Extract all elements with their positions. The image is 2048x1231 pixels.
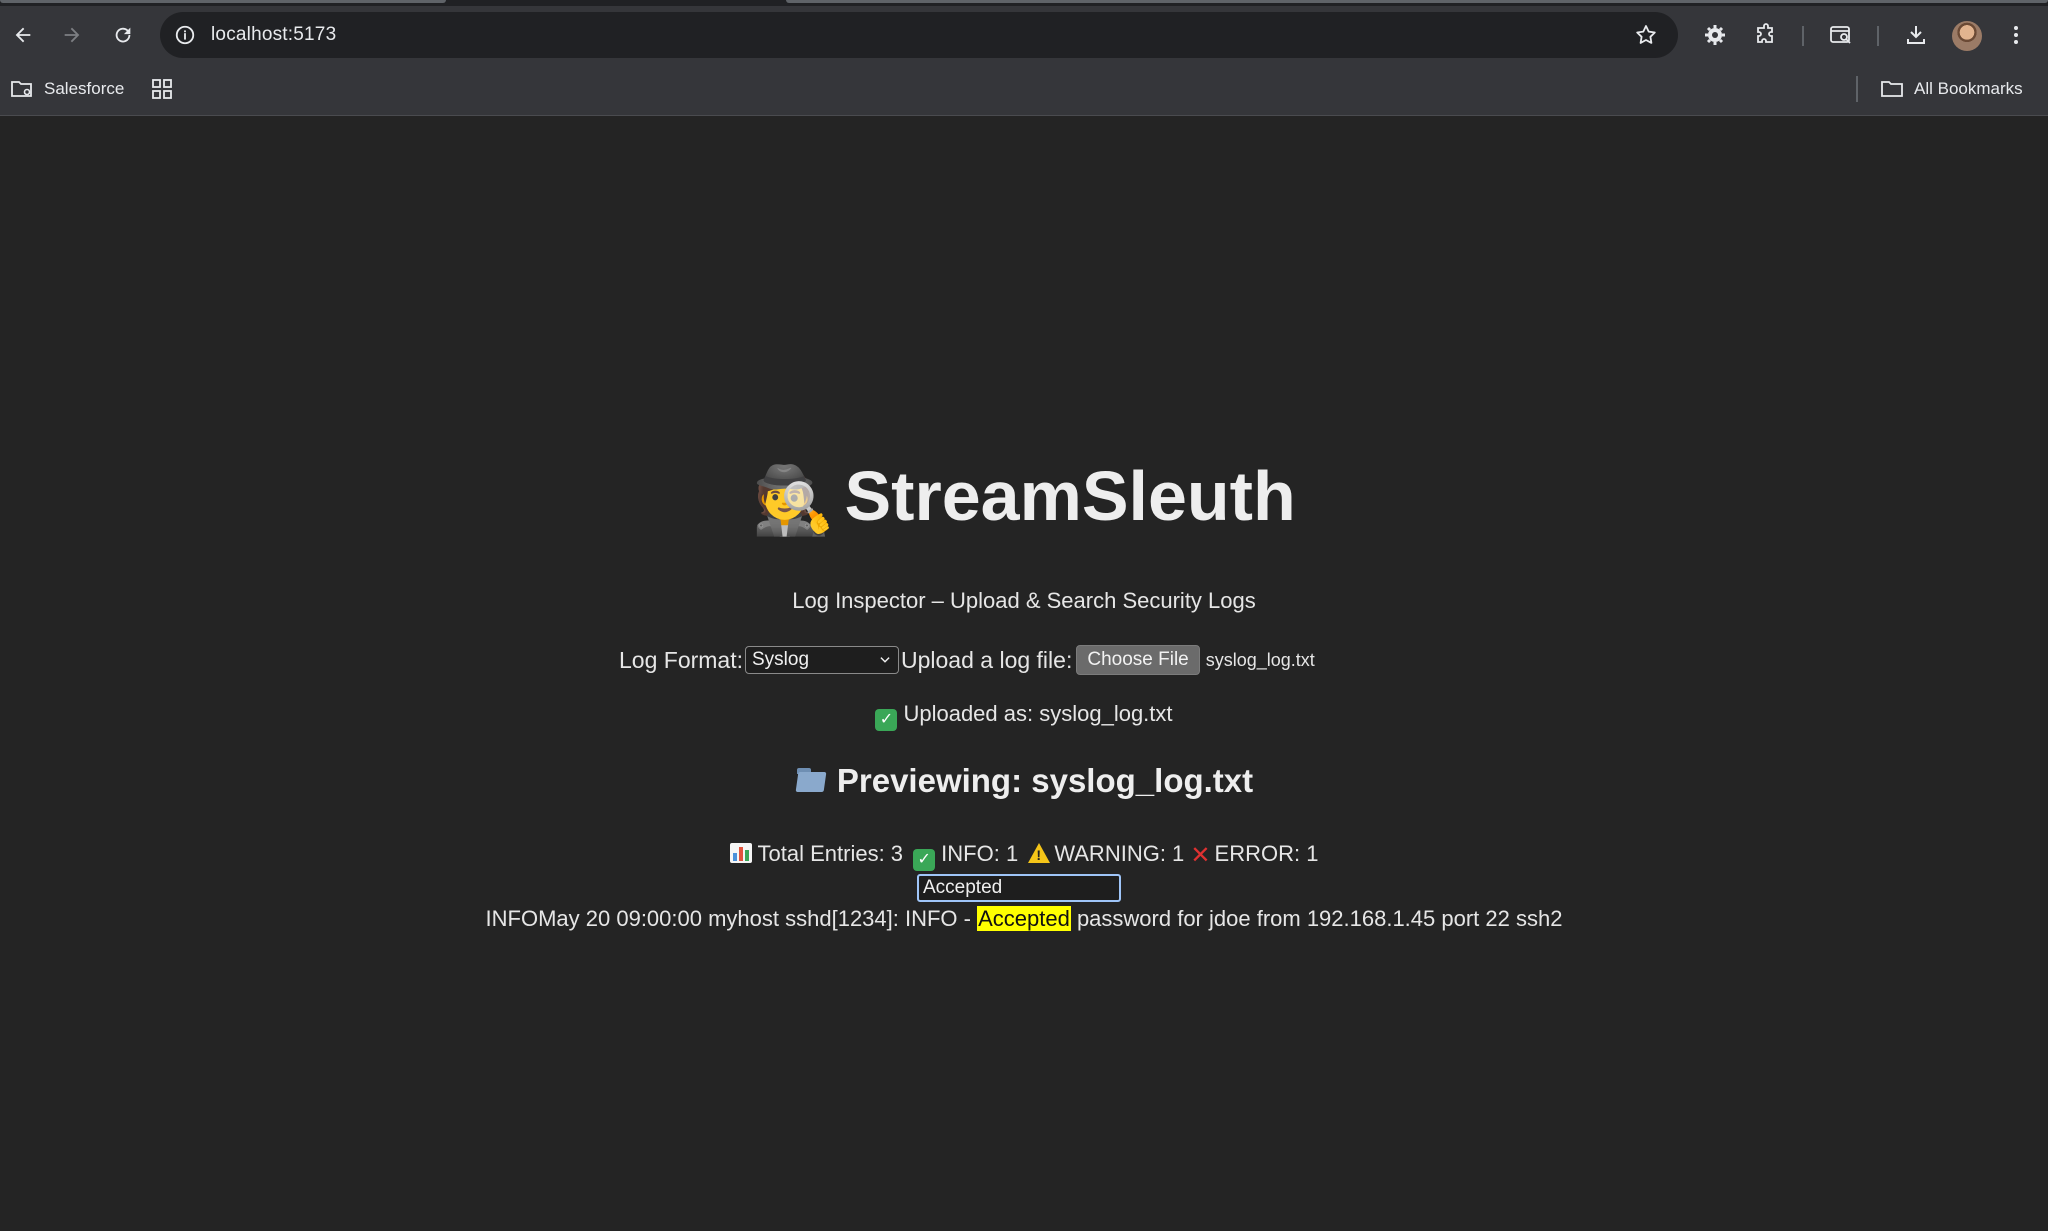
bookmark-salesforce[interactable]: Salesforce <box>10 74 124 104</box>
site-info-icon[interactable] <box>174 24 196 46</box>
kebab-menu-icon <box>2014 26 2018 44</box>
forward-button[interactable] <box>55 18 89 52</box>
error-x-icon: ✕ <box>1190 842 1211 869</box>
log-level: INFO <box>485 906 539 931</box>
tab-edge[interactable] <box>786 0 2048 3</box>
bookmark-apps[interactable] <box>150 74 174 104</box>
warning-count: WARNING: 1 <box>1054 841 1185 866</box>
tab-search-icon <box>1830 26 1851 44</box>
preview-title: Previewing: syslog_log.txt <box>0 762 2048 800</box>
all-bookmarks-label: All Bookmarks <box>1914 79 2023 98</box>
bookmarks-separator <box>1856 76 1858 102</box>
downloads-button[interactable] <box>1899 18 1933 52</box>
app-title-text: StreamSleuth <box>844 457 1296 535</box>
extension-button[interactable] <box>1698 18 1732 52</box>
browser-chrome: localhost:5173 Salesforce All Bookmarks <box>0 0 2048 116</box>
upload-status-text: Uploaded as: syslog_log.txt <box>903 701 1173 726</box>
log-format-select[interactable]: Syslog <box>745 646 899 674</box>
search-highlight: Accepted <box>977 906 1071 931</box>
app-title: 🕵️ StreamSleuth <box>0 456 2048 540</box>
warning-icon <box>1028 843 1051 863</box>
url-text[interactable]: localhost:5173 <box>211 24 336 46</box>
browser-toolbar: localhost:5173 <box>0 6 2048 64</box>
arrow-right-icon <box>64 27 80 43</box>
bookmarks-bar: Salesforce All Bookmarks <box>0 64 2048 116</box>
folder-gear-icon <box>11 81 32 97</box>
download-icon <box>1907 26 1925 44</box>
upload-status: ✓ Uploaded as: syslog_log.txt <box>0 701 2048 731</box>
toolbar-separator <box>1877 26 1879 46</box>
error-count: ERROR: 1 <box>1214 841 1319 866</box>
tab-search-button[interactable] <box>1824 18 1858 52</box>
toolbar-separator <box>1802 26 1804 46</box>
detective-icon: 🕵️ <box>752 463 835 537</box>
puzzle-icon <box>1757 23 1773 43</box>
log-entry: INFOMay 20 09:00:00 myhost sshd[1234]: I… <box>0 906 2048 932</box>
format-label: Log Format: <box>619 646 743 673</box>
reload-icon <box>115 27 131 43</box>
apps-grid-icon <box>152 79 172 99</box>
app-subtitle: Log Inspector – Upload & Search Security… <box>792 588 1256 613</box>
search-input[interactable] <box>917 874 1121 902</box>
log-text-after: password for jdoe from 192.168.1.45 port… <box>1070 906 1563 931</box>
gear-extension-icon <box>1705 25 1725 45</box>
back-button[interactable] <box>6 18 40 52</box>
all-bookmarks-button[interactable]: All Bookmarks <box>1880 74 2023 104</box>
bookmark-label: Salesforce <box>44 79 125 98</box>
tab-edge[interactable] <box>0 0 446 3</box>
choose-file-button[interactable]: Choose File <box>1076 645 1200 675</box>
folder-icon <box>795 766 829 794</box>
address-bar[interactable]: localhost:5173 <box>160 12 1678 58</box>
preview-title-text: Previewing: syslog_log.txt <box>836 762 1254 799</box>
extensions-button[interactable] <box>1749 18 1783 52</box>
upload-controls: Log Format: Syslog Upload a log file: Ch… <box>619 643 1315 677</box>
log-text-before: May 20 09:00:00 myhost sshd[1234]: INFO … <box>538 906 978 931</box>
bookmark-star-icon[interactable] <box>1634 23 1658 47</box>
app-page: 🕵️ StreamSleuth Log Inspector – Upload & … <box>0 116 2048 1231</box>
menu-button[interactable] <box>1999 18 2033 52</box>
upload-label: Upload a log file: <box>901 646 1073 673</box>
arrow-left-icon <box>15 27 31 43</box>
chevron-down-icon <box>880 657 890 663</box>
profile-avatar[interactable] <box>1952 21 1982 51</box>
info-count: INFO: 1 <box>941 841 1019 866</box>
check-mark-icon: ✓ <box>875 709 898 731</box>
check-mark-icon: ✓ <box>913 849 936 871</box>
format-selected-value: Syslog <box>752 649 810 670</box>
selected-file-name: syslog_log.txt <box>1205 649 1315 670</box>
folder-icon <box>1881 81 1903 97</box>
total-entries: Total Entries: 3 <box>757 841 904 866</box>
bar-chart-icon <box>729 843 752 863</box>
reload-button[interactable] <box>106 18 140 52</box>
log-stats: Total Entries: 3 ✓INFO: 1 WARNING: 1 ✕ER… <box>0 841 2048 871</box>
